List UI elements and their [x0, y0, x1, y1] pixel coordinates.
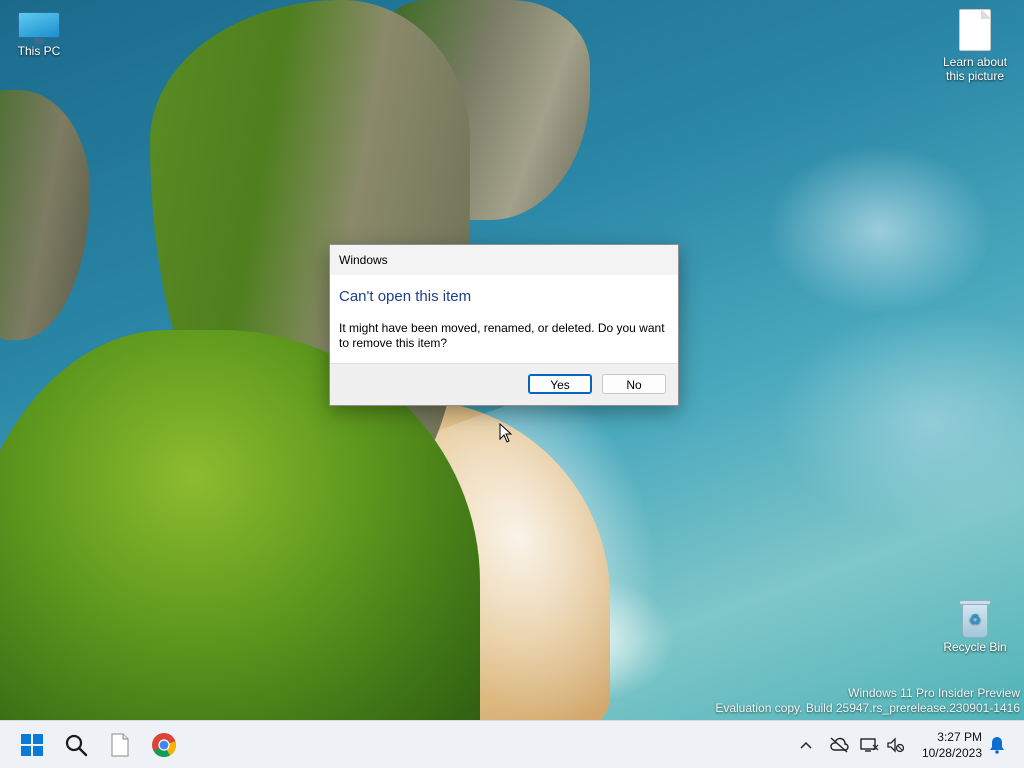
file-explorer-button[interactable] — [102, 727, 138, 763]
chrome-icon — [152, 733, 177, 758]
document-icon — [959, 9, 991, 51]
desktop-icon-recycle-bin[interactable]: ♻ Recycle Bin — [937, 598, 1013, 654]
chrome-button[interactable] — [146, 727, 182, 763]
onedrive-offline-icon — [830, 737, 849, 753]
notification-button[interactable] — [986, 721, 1008, 769]
desktop-icon-this-pc[interactable]: This PC — [1, 12, 77, 58]
dialog-title: Windows — [330, 245, 678, 275]
start-button[interactable] — [14, 727, 50, 763]
windows-logo-icon — [21, 734, 43, 756]
yes-button[interactable]: Yes — [528, 374, 592, 394]
desktop-icon-label: Recycle Bin — [943, 640, 1007, 654]
wallpaper-left-cliff — [0, 90, 90, 340]
clock-time: 3:27 PM — [937, 730, 982, 744]
watermark-build: Evaluation copy. Build 25947.rs_prerelea… — [715, 701, 1020, 715]
blank-document-icon — [111, 733, 129, 757]
watermark-edition: Windows 11 Pro Insider Preview — [848, 686, 1020, 700]
network-icon — [860, 738, 879, 752]
volume-button[interactable] — [884, 721, 906, 769]
desktop-icon-label: This PC — [17, 44, 61, 58]
mouse-cursor-icon — [499, 423, 513, 443]
search-icon — [65, 734, 88, 757]
clock-date: 10/28/2023 — [921, 746, 982, 760]
desktop-icon-learn-about-picture[interactable]: Learn about this picture — [937, 9, 1013, 83]
recycle-bin-icon: ♻ — [958, 598, 992, 638]
notification-bell-icon — [990, 737, 1004, 754]
windows-watermark: Windows 11 Pro Insider Preview Evaluatio… — [715, 686, 1020, 716]
speaker-muted-icon — [887, 737, 904, 753]
onedrive-button[interactable] — [826, 721, 852, 769]
dialog-footer: Yes No — [330, 363, 678, 405]
desktop-icon-label: Learn about this picture — [942, 55, 1008, 83]
monitor-icon — [18, 12, 60, 44]
dialog-heading: Can't open this item — [339, 288, 472, 305]
search-button[interactable] — [58, 727, 94, 763]
network-button[interactable] — [858, 721, 880, 769]
error-dialog: Windows Can't open this item It might ha… — [329, 244, 679, 406]
chevron-up-icon — [800, 741, 812, 749]
no-button[interactable]: No — [602, 374, 666, 394]
taskbar: 3:27 PM 10/28/2023 — [0, 720, 1024, 768]
dialog-message: It might have been moved, renamed, or de… — [339, 321, 665, 350]
clock[interactable]: 3:27 PM 10/28/2023 — [922, 729, 982, 761]
show-hidden-icons-button[interactable] — [795, 721, 817, 769]
